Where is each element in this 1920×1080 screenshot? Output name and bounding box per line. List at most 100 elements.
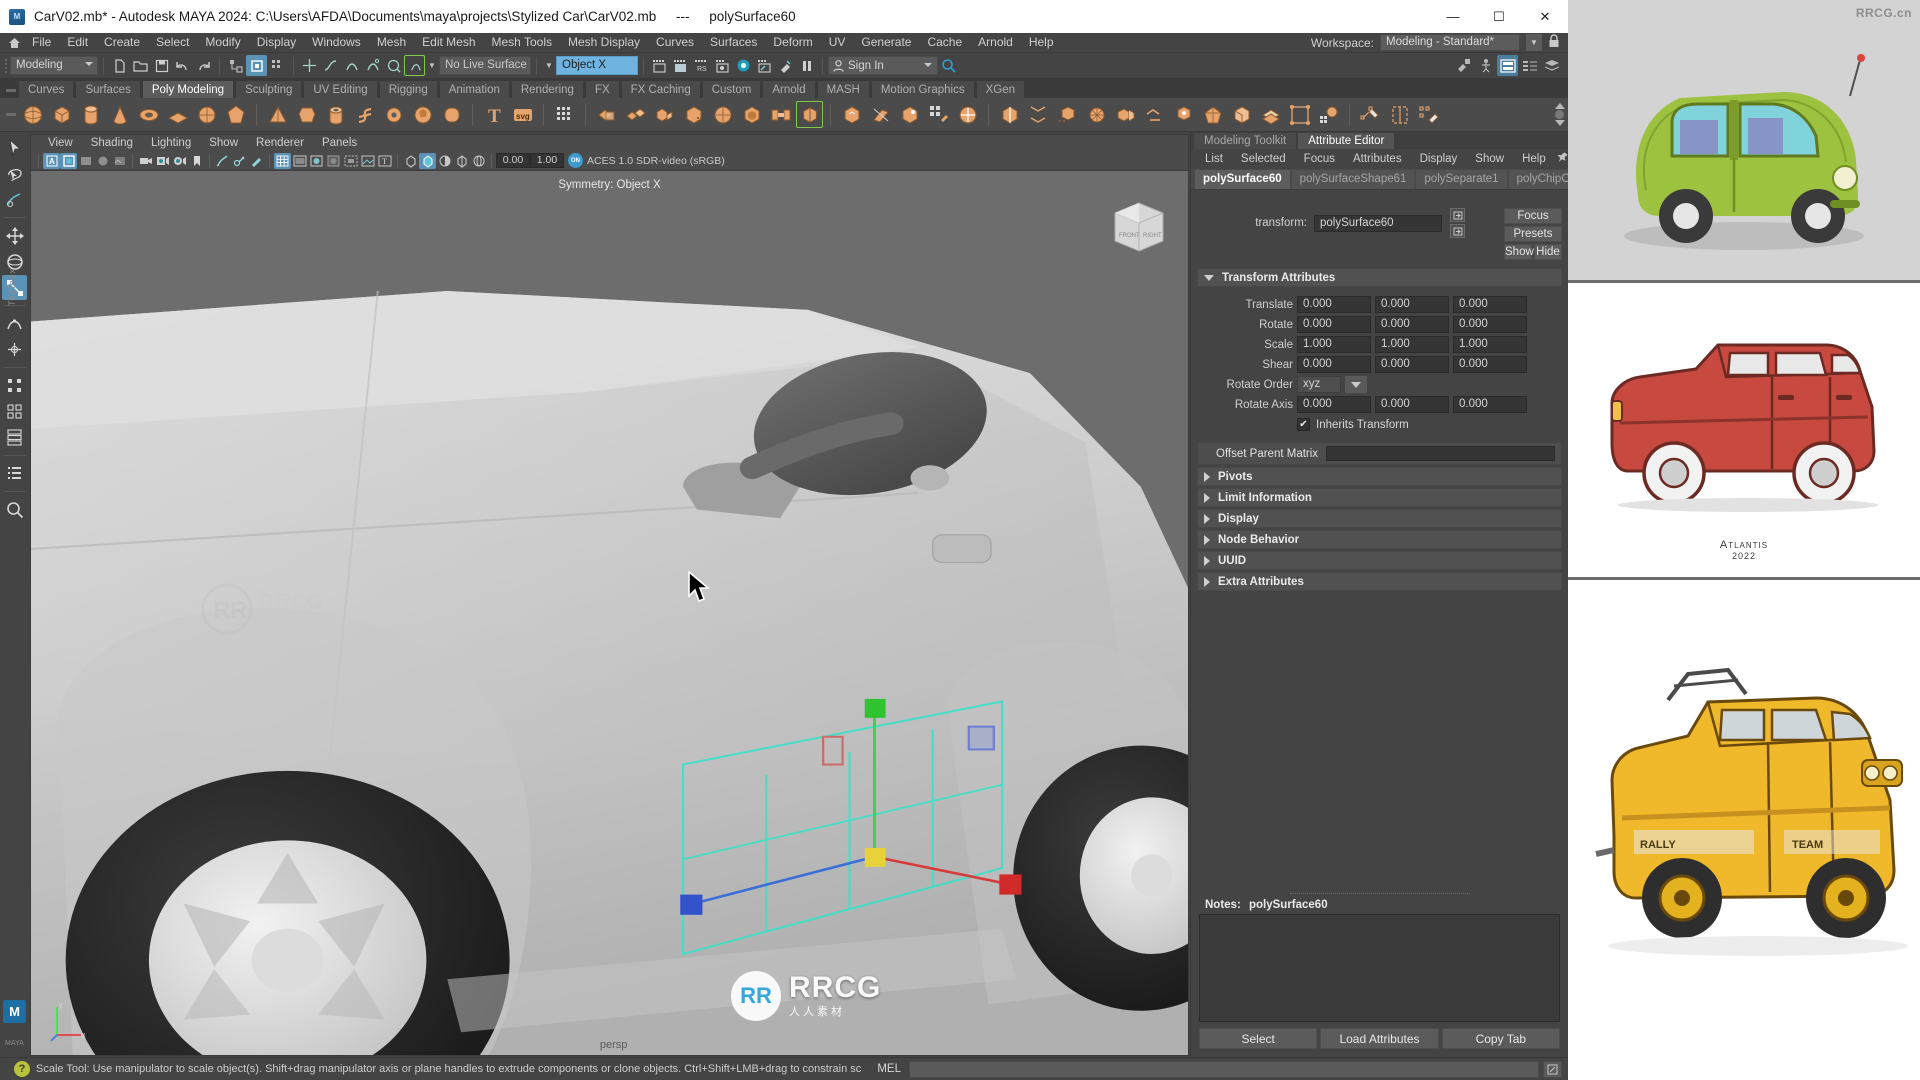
translate-z-field[interactable]: 0.000 bbox=[1453, 296, 1527, 313]
node-tab-polysurfaceshape61[interactable]: polySurfaceShape61 bbox=[1291, 169, 1415, 189]
workspace-chevron-down-icon[interactable]: ▼ bbox=[1526, 34, 1542, 51]
rotate-axis-y-field[interactable]: 0.000 bbox=[1375, 396, 1449, 413]
screen-space-ao-icon[interactable] bbox=[359, 153, 376, 169]
ae-menu-selected[interactable]: Selected bbox=[1232, 150, 1295, 168]
smooth-icon[interactable] bbox=[680, 101, 707, 128]
near-clip-field[interactable]: 0.00 bbox=[496, 153, 530, 168]
poke-face-icon[interactable] bbox=[1199, 101, 1226, 128]
lock-icon[interactable] bbox=[1548, 34, 1560, 51]
transform-components-icon[interactable] bbox=[1257, 101, 1284, 128]
insert-edge-loop-icon[interactable] bbox=[996, 101, 1023, 128]
shelf-tab-poly-modeling[interactable]: Poly Modeling bbox=[141, 80, 235, 98]
shelf-tab-sculpting[interactable]: Sculpting bbox=[235, 80, 303, 98]
scale-x-field[interactable]: 1.000 bbox=[1297, 336, 1371, 353]
ae-menu-display[interactable]: Display bbox=[1411, 150, 1467, 168]
shelf-tab-fx-caching[interactable]: FX Caching bbox=[620, 80, 701, 98]
select-component-icon[interactable] bbox=[267, 55, 288, 76]
save-scene-icon[interactable] bbox=[151, 55, 172, 76]
shelf-tab-xgen[interactable]: XGen bbox=[975, 80, 1025, 98]
scale-y-field[interactable]: 1.000 bbox=[1375, 336, 1449, 353]
transform-attributes-section-header[interactable]: Transform Attributes bbox=[1197, 268, 1562, 287]
poly-gear-icon[interactable] bbox=[380, 101, 407, 128]
wedge-face-icon[interactable] bbox=[1228, 101, 1255, 128]
section-node-behavior[interactable]: Node Behavior bbox=[1197, 530, 1562, 549]
shelf-tab-animation[interactable]: Animation bbox=[438, 80, 510, 98]
presets-button[interactable]: Presets bbox=[1504, 226, 1562, 242]
shear-z-field[interactable]: 0.000 bbox=[1453, 356, 1527, 373]
home-icon[interactable] bbox=[4, 34, 24, 52]
poly-super-ellipse-icon[interactable] bbox=[438, 101, 465, 128]
poly-cylinder-icon[interactable] bbox=[77, 101, 104, 128]
menu-help[interactable]: Help bbox=[1021, 33, 1062, 52]
last-tool-used[interactable] bbox=[2, 373, 27, 398]
poly-torus-icon[interactable] bbox=[135, 101, 162, 128]
rendering-flags-icon[interactable] bbox=[754, 55, 775, 76]
focus-button[interactable]: Focus bbox=[1504, 208, 1562, 224]
new-scene-icon[interactable] bbox=[109, 55, 130, 76]
rotate-axis-x-field[interactable]: 0.000 bbox=[1297, 396, 1371, 413]
bevel-icon[interactable] bbox=[738, 101, 765, 128]
tool-settings[interactable] bbox=[2, 399, 27, 424]
component-editor[interactable] bbox=[2, 425, 27, 450]
ao-icon[interactable] bbox=[325, 153, 342, 169]
xray-active-icon[interactable] bbox=[419, 152, 436, 169]
sphere-deform-icon[interactable] bbox=[1315, 101, 1342, 128]
combine-icon[interactable] bbox=[622, 101, 649, 128]
undo-icon[interactable] bbox=[172, 55, 193, 76]
redo-icon[interactable] bbox=[193, 55, 214, 76]
menu-uv[interactable]: UV bbox=[821, 33, 854, 52]
grease-pencil-icon[interactable] bbox=[214, 153, 231, 169]
expand-icon[interactable] bbox=[1543, 1060, 1562, 1078]
toolbar-grip[interactable] bbox=[2, 56, 10, 76]
sweep-mesh-icon[interactable] bbox=[551, 101, 578, 128]
viewport-menu-lighting[interactable]: Lighting bbox=[142, 135, 200, 151]
bookmark-camera-icon[interactable] bbox=[154, 153, 171, 169]
pencil-icon[interactable] bbox=[248, 153, 265, 169]
bridge-icon[interactable] bbox=[767, 101, 794, 128]
select-button[interactable]: Select bbox=[1199, 1028, 1318, 1049]
hide-button[interactable]: Hide bbox=[1534, 244, 1562, 260]
motion-blur-icon[interactable] bbox=[342, 153, 359, 169]
help-icon[interactable]: ? bbox=[14, 1061, 30, 1077]
show-button[interactable]: Show bbox=[1504, 244, 1534, 260]
render-settings-icon[interactable]: RS bbox=[691, 55, 712, 76]
open-scene-icon[interactable] bbox=[130, 55, 151, 76]
notes-divider[interactable] bbox=[1197, 889, 1562, 897]
film-gate-box-icon[interactable] bbox=[291, 153, 308, 169]
search-icon[interactable] bbox=[938, 55, 959, 76]
crease-tool-icon[interactable] bbox=[1386, 101, 1413, 128]
poly-prism-icon[interactable] bbox=[293, 101, 320, 128]
3d-viewport[interactable]: Symmetry: Object X persp y x FRONT RIGHT… bbox=[30, 170, 1189, 1056]
grid-icon[interactable] bbox=[274, 152, 291, 169]
far-clip-field[interactable]: 1.00 bbox=[530, 153, 564, 168]
tab-modeling-toolkit[interactable]: Modeling Toolkit bbox=[1194, 133, 1297, 149]
viewport-menu-panels[interactable]: Panels bbox=[313, 135, 366, 151]
viewport-menu-show[interactable]: Show bbox=[200, 135, 247, 151]
poly-cone-icon[interactable] bbox=[106, 101, 133, 128]
paint-select-tool[interactable] bbox=[2, 187, 27, 212]
menu-mesh-tools[interactable]: Mesh Tools bbox=[484, 33, 560, 52]
menu-edit[interactable]: Edit bbox=[59, 33, 96, 52]
select-tool[interactable] bbox=[2, 135, 27, 160]
live-surface-field[interactable]: No Live Surface bbox=[439, 56, 531, 75]
wireframe-on-shaded-icon[interactable] bbox=[470, 153, 487, 169]
section-pivots[interactable]: Pivots bbox=[1197, 467, 1562, 486]
poly-soccer-ball-icon[interactable] bbox=[409, 101, 436, 128]
shelf-tab-rendering[interactable]: Rendering bbox=[510, 80, 584, 98]
recent-commands[interactable] bbox=[2, 461, 27, 486]
select-object-icon[interactable] bbox=[246, 55, 267, 76]
color-management-toggle[interactable]: ON bbox=[568, 153, 583, 168]
textured-icon[interactable] bbox=[111, 153, 128, 169]
film-gate-icon[interactable] bbox=[77, 153, 94, 169]
load-attributes-button[interactable]: Load Attributes bbox=[1320, 1028, 1439, 1049]
viewport-menu-view[interactable]: View bbox=[39, 135, 82, 151]
render-view-icon[interactable] bbox=[733, 55, 754, 76]
rotate-order-chevron-down-icon[interactable] bbox=[1345, 376, 1367, 393]
resolution-gate-icon[interactable] bbox=[60, 152, 77, 169]
type-icon[interactable]: T bbox=[480, 101, 507, 128]
hypershade-icon[interactable] bbox=[712, 55, 733, 76]
lights-icon[interactable] bbox=[94, 153, 111, 169]
shelf-tab-surfaces[interactable]: Surfaces bbox=[75, 80, 141, 98]
menu-file[interactable]: File bbox=[24, 33, 59, 52]
rotate-order-value[interactable]: xyz bbox=[1297, 376, 1341, 393]
